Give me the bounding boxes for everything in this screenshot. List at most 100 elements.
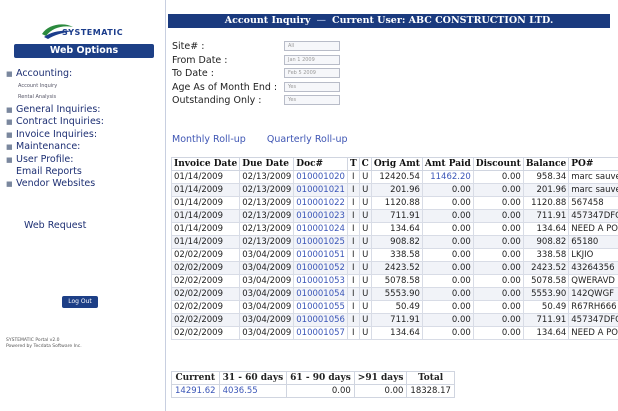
- type-header[interactable]: T: [346, 157, 360, 171]
- status: U: [358, 326, 372, 340]
- balance-header[interactable]: Balance: [522, 157, 570, 171]
- menu-account-inquiry[interactable]: Account Inquiry: [6, 81, 164, 93]
- table-row: 01/14/2009 02/13/2009 010001022 I U 1120.88 0.…: [170, 196, 618, 210]
- type: I: [346, 287, 360, 301]
- doc-number-link[interactable]: 010001055: [293, 300, 348, 314]
- sidebar-footer: SYSTEMATIC Portal v2.0 Powered by Tecdat…: [6, 338, 126, 350]
- balance: 711.91: [522, 313, 570, 327]
- balance: 50.49: [522, 300, 570, 314]
- outstanding-field[interactable]: Yes: [284, 95, 340, 105]
- menu-email-reports[interactable]: Email Reports: [6, 166, 164, 178]
- amt-paid: 0.00: [421, 274, 474, 288]
- invoice-date: 02/02/2009: [170, 313, 241, 327]
- due-date: 03/04/2009: [239, 326, 295, 340]
- due-date: 03/04/2009: [239, 274, 295, 288]
- web-request-link[interactable]: Web Request: [24, 220, 86, 231]
- current-header: Current: [171, 371, 220, 385]
- table-row: 02/02/2009 03/04/2009 010001051 I U 338.58 0.0…: [170, 248, 618, 262]
- orig-amt-header[interactable]: Orig Amt: [370, 157, 423, 171]
- type: I: [346, 235, 360, 249]
- doc-number-link[interactable]: 010001057: [293, 326, 348, 340]
- amt-paid: 0.00: [421, 261, 474, 275]
- doc-number-link[interactable]: 010001023: [293, 209, 348, 223]
- header-separator: —: [316, 15, 327, 26]
- discount: 0.00: [472, 209, 524, 223]
- type: I: [346, 261, 360, 275]
- menu-rental-analysis[interactable]: Rental Analysis: [6, 92, 164, 104]
- invoice-table-body: 01/14/2009 02/13/2009 010001020 I U 12420.54 1…: [170, 170, 618, 340]
- amt-paid-header[interactable]: Amt Paid: [421, 157, 474, 171]
- po-number: NEED A PO: [568, 326, 618, 340]
- amt-paid: 0.00: [421, 222, 474, 236]
- to-date-field[interactable]: Feb 5 2009: [284, 68, 340, 78]
- from-date-field[interactable]: Jan 1 2009: [284, 54, 340, 65]
- invoice-date: 02/02/2009: [170, 261, 241, 275]
- invoice-date: 01/14/2009: [170, 170, 241, 184]
- invoice-date: 01/14/2009: [170, 222, 241, 236]
- menu-accounting[interactable]: ■ Accounting:: [6, 68, 164, 81]
- doc-number-link[interactable]: 010001022: [293, 196, 348, 210]
- invoice-table: Invoice Date Due Date Doc# T C Orig Amt Amt Pa…: [170, 157, 618, 340]
- due-date: 03/04/2009: [239, 287, 295, 301]
- amt-paid: 0.00: [421, 287, 474, 301]
- doc-number-link[interactable]: 010001053: [293, 274, 348, 288]
- balance: 201.96: [522, 183, 570, 197]
- monthly-rollup-link[interactable]: Monthly Roll-up: [172, 134, 246, 145]
- po-number-header[interactable]: PO#: [568, 157, 618, 171]
- discount: 0.00: [472, 235, 524, 249]
- age-field[interactable]: Yes: [284, 81, 340, 92]
- age-row: Age As of Month End : Yes: [172, 81, 392, 95]
- days-31-60-value[interactable]: 4036.55: [218, 384, 288, 398]
- orig-amt: 201.96: [370, 183, 423, 197]
- doc-number-link[interactable]: 010001024: [293, 222, 348, 236]
- discount: 0.00: [472, 287, 524, 301]
- doc-number-link[interactable]: 010001052: [293, 261, 348, 275]
- menu-invoice-inquiries[interactable]: ■ Invoice Inquiries:: [6, 129, 164, 142]
- menu-item-label: Vendor Websites: [16, 177, 96, 189]
- type: I: [346, 209, 360, 223]
- status: U: [358, 274, 372, 288]
- balance: 338.58: [522, 248, 570, 262]
- doc-number-link[interactable]: 010001054: [293, 287, 348, 301]
- status: U: [358, 196, 372, 210]
- site-field[interactable]: All: [284, 41, 340, 51]
- invoice-date-header[interactable]: Invoice Date: [170, 157, 241, 171]
- discount: 0.00: [472, 183, 524, 197]
- type: I: [346, 248, 360, 262]
- current-value[interactable]: 14291.62: [171, 384, 220, 398]
- discount: 0.00: [472, 261, 524, 275]
- menu-contract-inquiries[interactable]: ■ Contract Inquiries:: [6, 116, 164, 129]
- due-date: 02/13/2009: [239, 170, 295, 184]
- doc-number-link[interactable]: 010001025: [293, 235, 348, 249]
- doc-number-link[interactable]: 010001021: [293, 183, 348, 197]
- logout-button[interactable]: Log Out: [62, 296, 98, 308]
- menu-vendor-websites[interactable]: ■ Vendor Websites: [6, 178, 164, 191]
- discount: 0.00: [472, 326, 524, 340]
- doc-number-header[interactable]: Doc#: [293, 157, 348, 171]
- discount-header[interactable]: Discount: [472, 157, 524, 171]
- due-date-header[interactable]: Due Date: [239, 157, 295, 171]
- due-date: 02/13/2009: [239, 235, 295, 249]
- doc-number-link[interactable]: 010001056: [293, 313, 348, 327]
- type: I: [346, 183, 360, 197]
- doc-number-link[interactable]: 010001051: [293, 248, 348, 262]
- to-date-row: To Date : Feb 5 2009: [172, 67, 392, 81]
- discount: 0.00: [472, 248, 524, 262]
- menu-bullet-icon: ■: [6, 118, 13, 126]
- days-61-90-value: 0.00: [286, 384, 355, 398]
- menu-general-inquiries[interactable]: ■ General Inquiries:: [6, 104, 164, 117]
- balance: 5078.58: [522, 274, 570, 288]
- rollup-links: Monthly Roll-up Quarterly Roll-up: [172, 134, 366, 145]
- po-number: 65180: [568, 235, 618, 249]
- menu-user-profile[interactable]: ■ User Profile:: [6, 154, 164, 167]
- quarterly-rollup-link[interactable]: Quarterly Roll-up: [267, 134, 348, 145]
- status: U: [358, 209, 372, 223]
- menu-maintenance[interactable]: ■ Maintenance:: [6, 141, 164, 154]
- amt-paid[interactable]: 11462.20: [421, 170, 474, 184]
- balance: 1120.88: [522, 196, 570, 210]
- sidebar: SYSTEMATIC Web Options ■ Accounting: Accou…: [0, 0, 166, 411]
- type: I: [346, 196, 360, 210]
- status-header[interactable]: C: [358, 157, 372, 171]
- doc-number-link[interactable]: 010001020: [293, 170, 348, 184]
- status: U: [358, 313, 372, 327]
